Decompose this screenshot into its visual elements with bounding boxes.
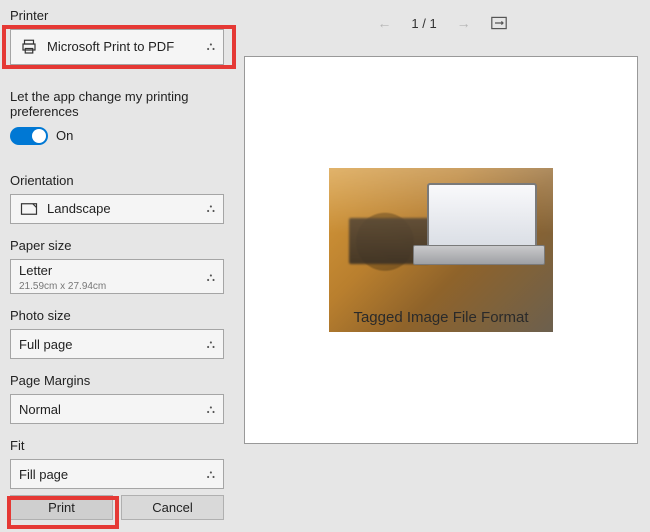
chevron-down-icon: ⛬ <box>207 270 215 285</box>
paper-size-dropdown[interactable]: Letter 21.59cm x 27.94cm ⛬ <box>10 259 224 295</box>
page-margins-label: Page Margins <box>10 373 224 388</box>
chevron-down-icon: ⛬ <box>207 467 215 482</box>
preferences-toggle[interactable] <box>10 127 48 145</box>
cancel-button[interactable]: Cancel <box>121 495 224 520</box>
print-button[interactable]: Print <box>10 495 113 520</box>
chevron-down-icon: ⛬ <box>207 402 215 417</box>
printer-icon <box>19 38 39 56</box>
printer-value: Microsoft Print to PDF <box>47 39 203 54</box>
landscape-icon <box>19 202 39 216</box>
preview-image: Tagged Image File Format <box>329 168 553 332</box>
chevron-down-icon: ⛬ <box>207 337 215 352</box>
allow-preferences-label: Let the app change my printing preferenc… <box>10 89 224 119</box>
paper-size-label: Paper size <box>10 238 224 253</box>
photo-size-label: Photo size <box>10 308 224 323</box>
preview-area: ← 1 / 1 → Tagged Image File Format <box>234 0 650 532</box>
orientation-dropdown[interactable]: Landscape ⛬ <box>10 194 224 224</box>
next-page-button[interactable]: → <box>457 15 471 31</box>
toggle-state-label: On <box>56 128 73 143</box>
preview-page: Tagged Image File Format <box>244 56 638 444</box>
fit-value: Fill page <box>19 467 203 482</box>
prev-page-button[interactable]: ← <box>377 15 391 31</box>
image-caption: Tagged Image File Format <box>329 309 553 326</box>
paper-size-value: Letter <box>19 263 203 278</box>
chevron-down-icon: ⛬ <box>207 201 215 216</box>
printer-dropdown[interactable]: Microsoft Print to PDF ⛬ <box>10 29 224 65</box>
page-margins-dropdown[interactable]: Normal ⛬ <box>10 394 224 424</box>
orientation-value: Landscape <box>47 201 203 216</box>
chevron-down-icon: ⛬ <box>207 39 215 54</box>
photo-size-dropdown[interactable]: Full page ⛬ <box>10 329 224 359</box>
fit-dropdown[interactable]: Fill page ⛬ <box>10 459 224 489</box>
printer-label: Printer <box>10 8 224 23</box>
paper-size-dimensions: 21.59cm x 27.94cm <box>19 281 106 292</box>
orientation-label: Orientation <box>10 173 224 188</box>
page-indicator: 1 / 1 <box>411 16 436 31</box>
page-margins-value: Normal <box>19 402 203 417</box>
fit-to-page-icon[interactable] <box>491 16 507 30</box>
photo-size-value: Full page <box>19 337 203 352</box>
fit-label: Fit <box>10 438 224 453</box>
